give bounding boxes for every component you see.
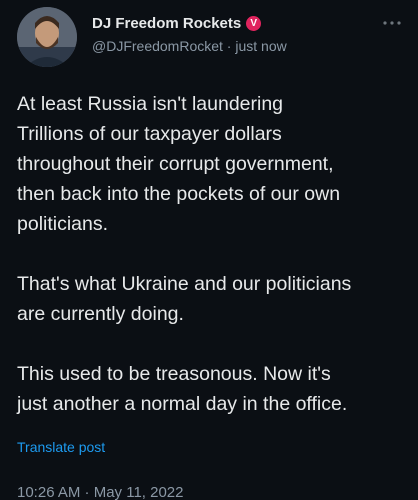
post-time-ago: just now: [235, 38, 287, 54]
more-dots-glyph: [383, 21, 401, 25]
more-horizontal-icon[interactable]: [381, 16, 403, 30]
post-paragraph: That's what Ukraine and our politicians …: [17, 273, 352, 325]
handle-separator: ·: [222, 38, 236, 54]
translate-post-link[interactable]: Translate post: [17, 439, 105, 455]
post-paragraph: At least Russia isn't laundering Trillio…: [17, 93, 341, 235]
post-paragraph: This used to be treasonous. Now it's jus…: [17, 363, 348, 415]
avatar-image: [17, 7, 77, 67]
author-display-name[interactable]: DJ Freedom Rockets: [92, 15, 241, 32]
avatar[interactable]: [17, 7, 77, 67]
verified-badge-icon: V: [246, 16, 262, 31]
author-handle-line: @DJFreedomRocket · just now: [92, 38, 287, 54]
post-timestamp[interactable]: 10:26 AM · May 11, 2022: [17, 484, 184, 500]
author-name-row[interactable]: DJ Freedom Rockets V: [92, 15, 262, 32]
post-card: DJ Freedom Rockets V @DJFreedomRocket · …: [0, 0, 418, 500]
author-handle[interactable]: @DJFreedomRocket: [92, 38, 223, 54]
post-body: At least Russia isn't laundering Trillio…: [17, 89, 412, 449]
